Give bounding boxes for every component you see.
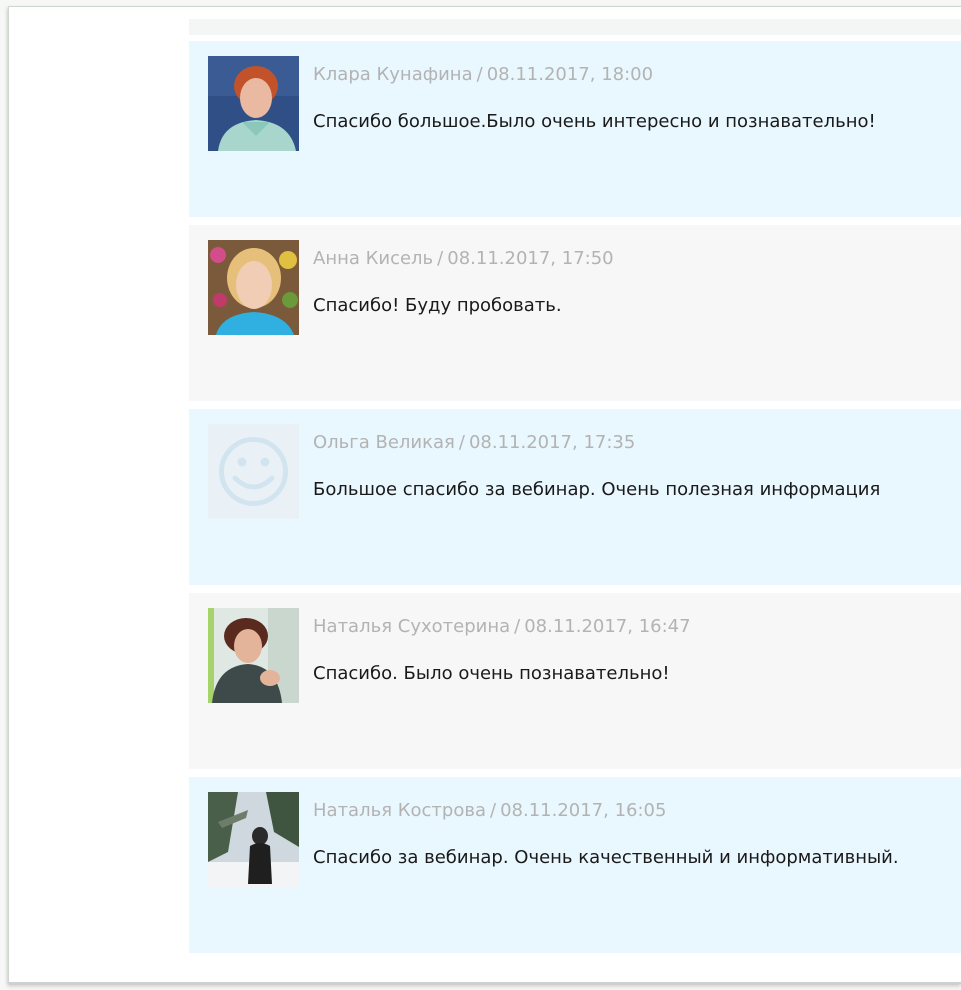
meta-separator: / [458,432,465,453]
user-photo-icon[interactable] [208,240,299,335]
comment-author: Наталья Сухотерина [313,616,511,637]
meta-separator: / [437,248,444,269]
comment-date: 08.11.2017, 17:50 [447,248,614,269]
comment-date: 08.11.2017, 16:05 [500,800,667,821]
comment-item: Ольга Великая/08.11.2017, 17:35 Большое … [189,409,961,585]
comment-text: Спасибо. Было очень познавательно! [313,663,670,684]
comment-text: Спасибо за вебинар. Очень качественный и… [313,847,899,868]
top-strip [189,19,961,35]
comment-date: 08.11.2017, 16:47 [524,616,691,637]
comment-meta: Анна Кисель/08.11.2017, 17:50 [313,248,614,269]
comment-author: Наталья Кострова [313,800,486,821]
meta-separator: / [514,616,521,637]
comment-meta: Ольга Великая/08.11.2017, 17:35 [313,432,635,453]
user-photo-icon[interactable] [208,608,299,703]
comment-text: Спасибо большое.Было очень интересно и п… [313,111,876,132]
user-photo-icon[interactable] [208,56,299,151]
comment-text: Большое спасибо за вебинар. Очень полезн… [313,479,881,500]
user-photo-icon[interactable] [208,792,299,887]
meta-separator: / [476,64,483,85]
comment-meta: Клара Кунафина/08.11.2017, 18:00 [313,64,653,85]
comment-author: Ольга Великая [313,432,455,453]
comment-meta: Наталья Кострова/08.11.2017, 16:05 [313,800,666,821]
comment-item: Клара Кунафина/08.11.2017, 18:00 Спасибо… [189,41,961,217]
comment-item: Анна Кисель/08.11.2017, 17:50 Спасибо! Б… [189,225,961,401]
comment-item: Наталья Кострова/08.11.2017, 16:05 Спаси… [189,777,961,953]
comment-list: Клара Кунафина/08.11.2017, 18:00 Спасибо… [189,41,961,961]
comment-text: Спасибо! Буду пробовать. [313,295,562,316]
comment-author: Клара Кунафина [313,64,473,85]
comment-author: Анна Кисель [313,248,434,269]
smiley-placeholder-icon[interactable] [208,424,299,519]
comment-date: 08.11.2017, 17:35 [468,432,636,453]
meta-separator: / [490,800,497,821]
comment-date: 08.11.2017, 18:00 [486,64,654,85]
comment-item: Наталья Сухотерина/08.11.2017, 16:47 Спа… [189,593,961,769]
comment-meta: Наталья Сухотерина/08.11.2017, 16:47 [313,616,691,637]
page-frame: Клара Кунафина/08.11.2017, 18:00 Спасибо… [8,6,961,984]
